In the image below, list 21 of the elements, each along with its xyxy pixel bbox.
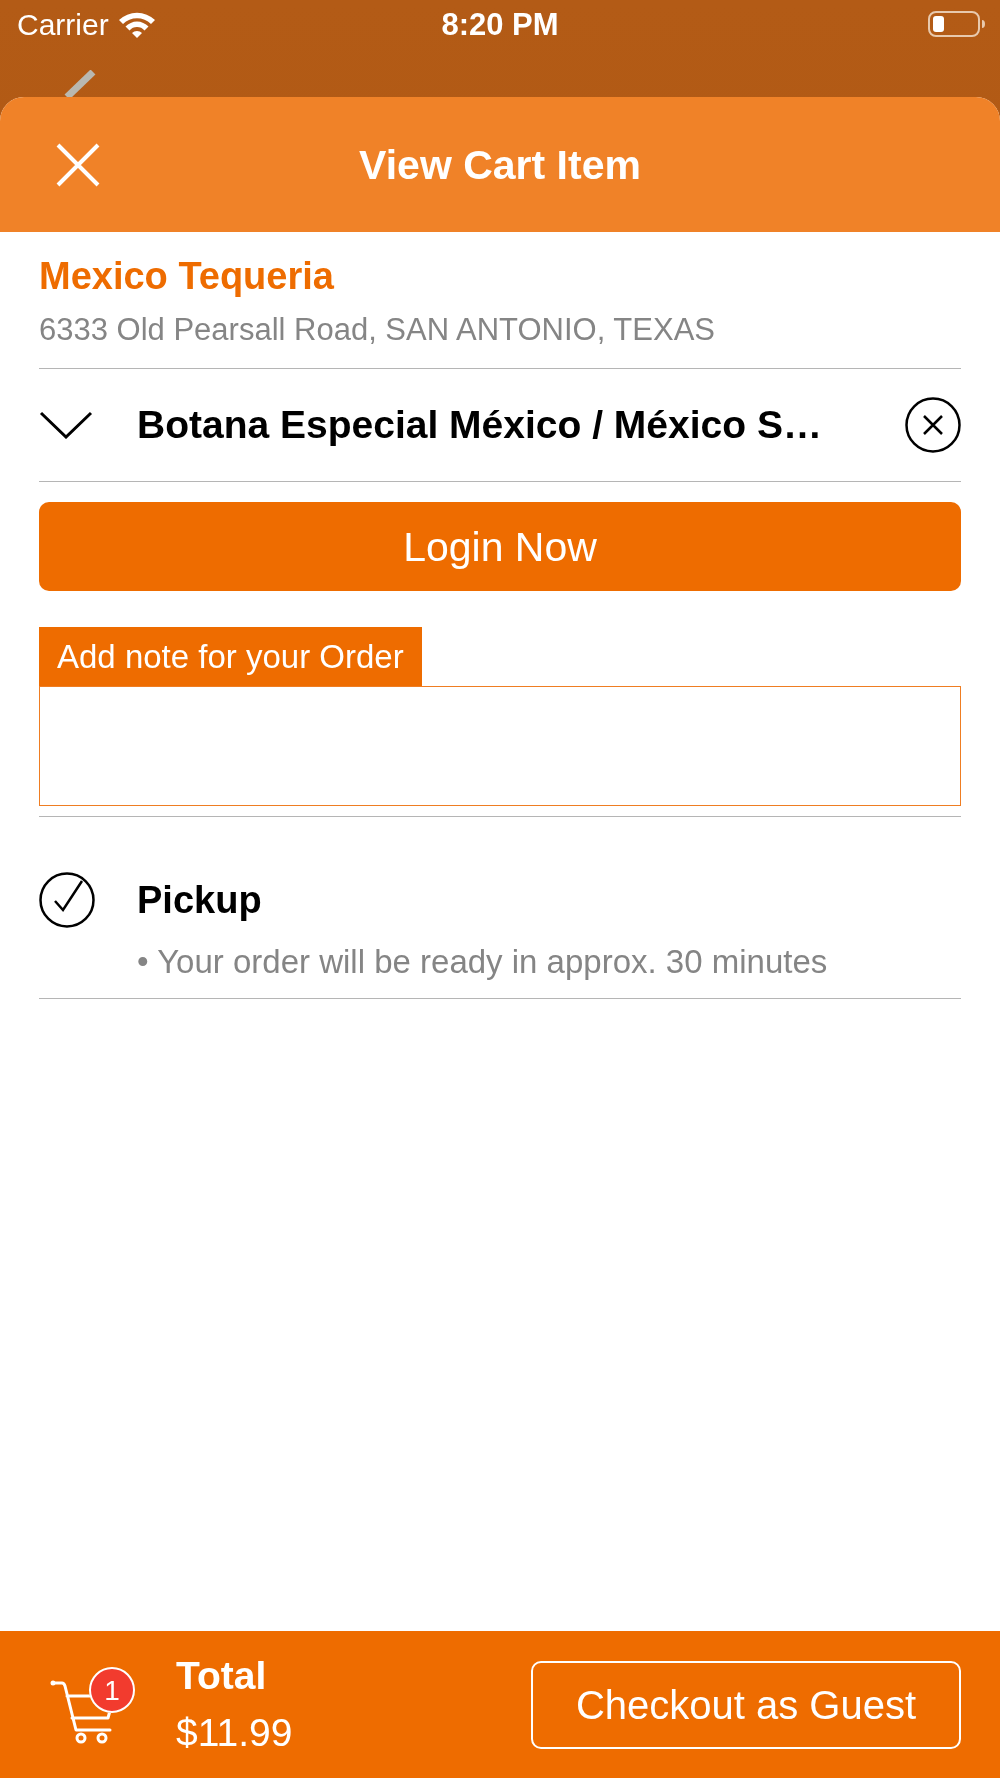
note-label: Add note for your Order	[39, 627, 422, 686]
battery-icon	[928, 11, 986, 37]
back-chevron-icon[interactable]	[62, 70, 96, 97]
cart-count-badge: 1	[89, 1666, 135, 1713]
login-button[interactable]: Login Now	[39, 502, 961, 591]
remove-item-icon[interactable]	[905, 397, 961, 453]
order-option-detail: • Your order will be ready in approx. 30 minutes	[137, 943, 829, 981]
restaurant-address: 6333 Old Pearsall Road, SAN ANTONIO, TEXAS	[39, 312, 716, 348]
sheet-title: View Cart Item	[359, 140, 641, 189]
cart-item-name: Botana Especial México / México S…	[137, 402, 823, 448]
chevron-down-icon[interactable]	[39, 411, 93, 439]
total-price: $11.99	[176, 1710, 293, 1756]
checkout-as-guest-button[interactable]: Checkout as Guest	[531, 1660, 961, 1749]
carrier-name: Carrier	[17, 8, 109, 42]
clock-time: 8:20 PM	[441, 7, 559, 43]
close-icon	[56, 142, 100, 187]
order-option-label: Pickup	[137, 878, 262, 922]
note-field[interactable]	[39, 686, 961, 806]
total-label: Total	[176, 1653, 268, 1699]
restaurant-name: Mexico Tequeria	[39, 254, 335, 298]
check-circle-icon[interactable]	[39, 872, 95, 928]
